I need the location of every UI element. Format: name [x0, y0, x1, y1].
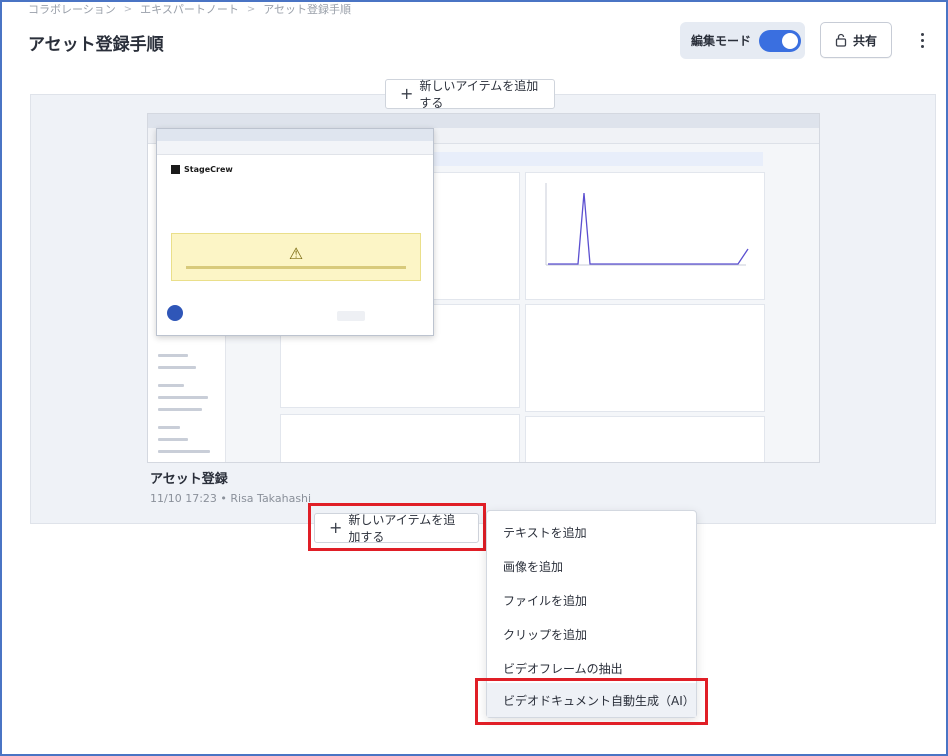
warning-text-line [186, 265, 406, 269]
sidebar-line [158, 438, 188, 441]
sidebar-line [158, 426, 180, 429]
sidebar-line [158, 384, 184, 387]
edit-mode-control: 編集モード [680, 22, 805, 59]
breadcrumb: コラボレーション > エキスパートノート > アセット登録手順 [28, 2, 351, 16]
brand-icon [171, 165, 180, 174]
page-title: アセット登録手順 [28, 35, 164, 55]
sidebar-line [158, 450, 210, 453]
add-item-label: 新しいアイテムを追加する [419, 79, 539, 110]
plus-icon: + [329, 518, 343, 537]
app-frame: コラボレーション > エキスパートノート > アセット登録手順 アセット登録手順… [0, 0, 948, 756]
asset-meta: 11/10 17:23 • Risa Takahashi [150, 492, 312, 505]
more-dot [920, 44, 924, 48]
warning-box: ⚠ [171, 233, 421, 281]
warning-icon: ⚠ [288, 243, 304, 263]
line-chart-preview [545, 183, 749, 266]
browser-tabbar [148, 114, 819, 128]
card-preview [525, 416, 765, 462]
lock-icon [835, 33, 847, 47]
info-banner-preview [428, 152, 763, 166]
dialog-button [337, 311, 365, 321]
sidebar-line [158, 366, 196, 369]
embedded-browser-window: StageCrew ⚠ [156, 128, 434, 336]
edit-mode-toggle[interactable] [759, 29, 802, 52]
asset-title: アセット登録 [150, 472, 228, 487]
breadcrumb-item[interactable]: エキスパートノート [140, 2, 239, 16]
toggle-knob [782, 32, 799, 49]
breadcrumb-separator: > [123, 3, 133, 15]
menu-item-add-image[interactable]: 画像を追加 [487, 549, 696, 583]
breadcrumb-separator: > [246, 3, 256, 15]
menu-item-ai-video-doc[interactable]: ビデオドキュメント自動生成（AI） [487, 683, 696, 717]
sidebar-line [158, 396, 208, 399]
card-preview [525, 304, 765, 412]
brand-logo: StageCrew [171, 165, 233, 174]
more-options-button[interactable] [912, 28, 932, 52]
dialog-tabbar [157, 129, 433, 141]
edit-mode-label: 編集モード [691, 34, 752, 48]
menu-item-extract-frame[interactable]: ビデオフレームの抽出 [487, 651, 696, 685]
more-vertical-icon [920, 32, 924, 36]
asset-screenshot[interactable]: StageCrew ⚠ [147, 113, 820, 463]
add-item-menu: テキストを追加 画像を追加 ファイルを追加 クリップを追加 ビデオフレームの抽出… [486, 510, 697, 718]
chat-bubble-icon [167, 305, 183, 321]
menu-item-add-clip[interactable]: クリップを追加 [487, 617, 696, 651]
more-dot [920, 38, 924, 42]
dialog-urlbar [157, 141, 433, 155]
breadcrumb-item[interactable]: コラボレーション [28, 2, 116, 16]
add-item-label: 新しいアイテムを追加する [348, 513, 456, 544]
add-item-button-bottom[interactable]: + 新しいアイテムを追加する [314, 513, 479, 544]
add-item-button-top[interactable]: + 新しいアイテムを追加する [385, 79, 555, 110]
menu-item-add-file[interactable]: ファイルを追加 [487, 583, 696, 617]
share-button[interactable]: 共有 [820, 22, 892, 58]
plus-icon: + [400, 84, 414, 103]
breadcrumb-item: アセット登録手順 [263, 3, 352, 16]
sidebar-line [158, 354, 188, 357]
card-preview [280, 414, 520, 462]
brand-name: StageCrew [184, 165, 233, 174]
menu-item-add-text[interactable]: テキストを追加 [487, 515, 696, 549]
chart-card-preview [525, 172, 765, 300]
sidebar-line [158, 408, 202, 411]
share-label: 共有 [852, 33, 877, 48]
